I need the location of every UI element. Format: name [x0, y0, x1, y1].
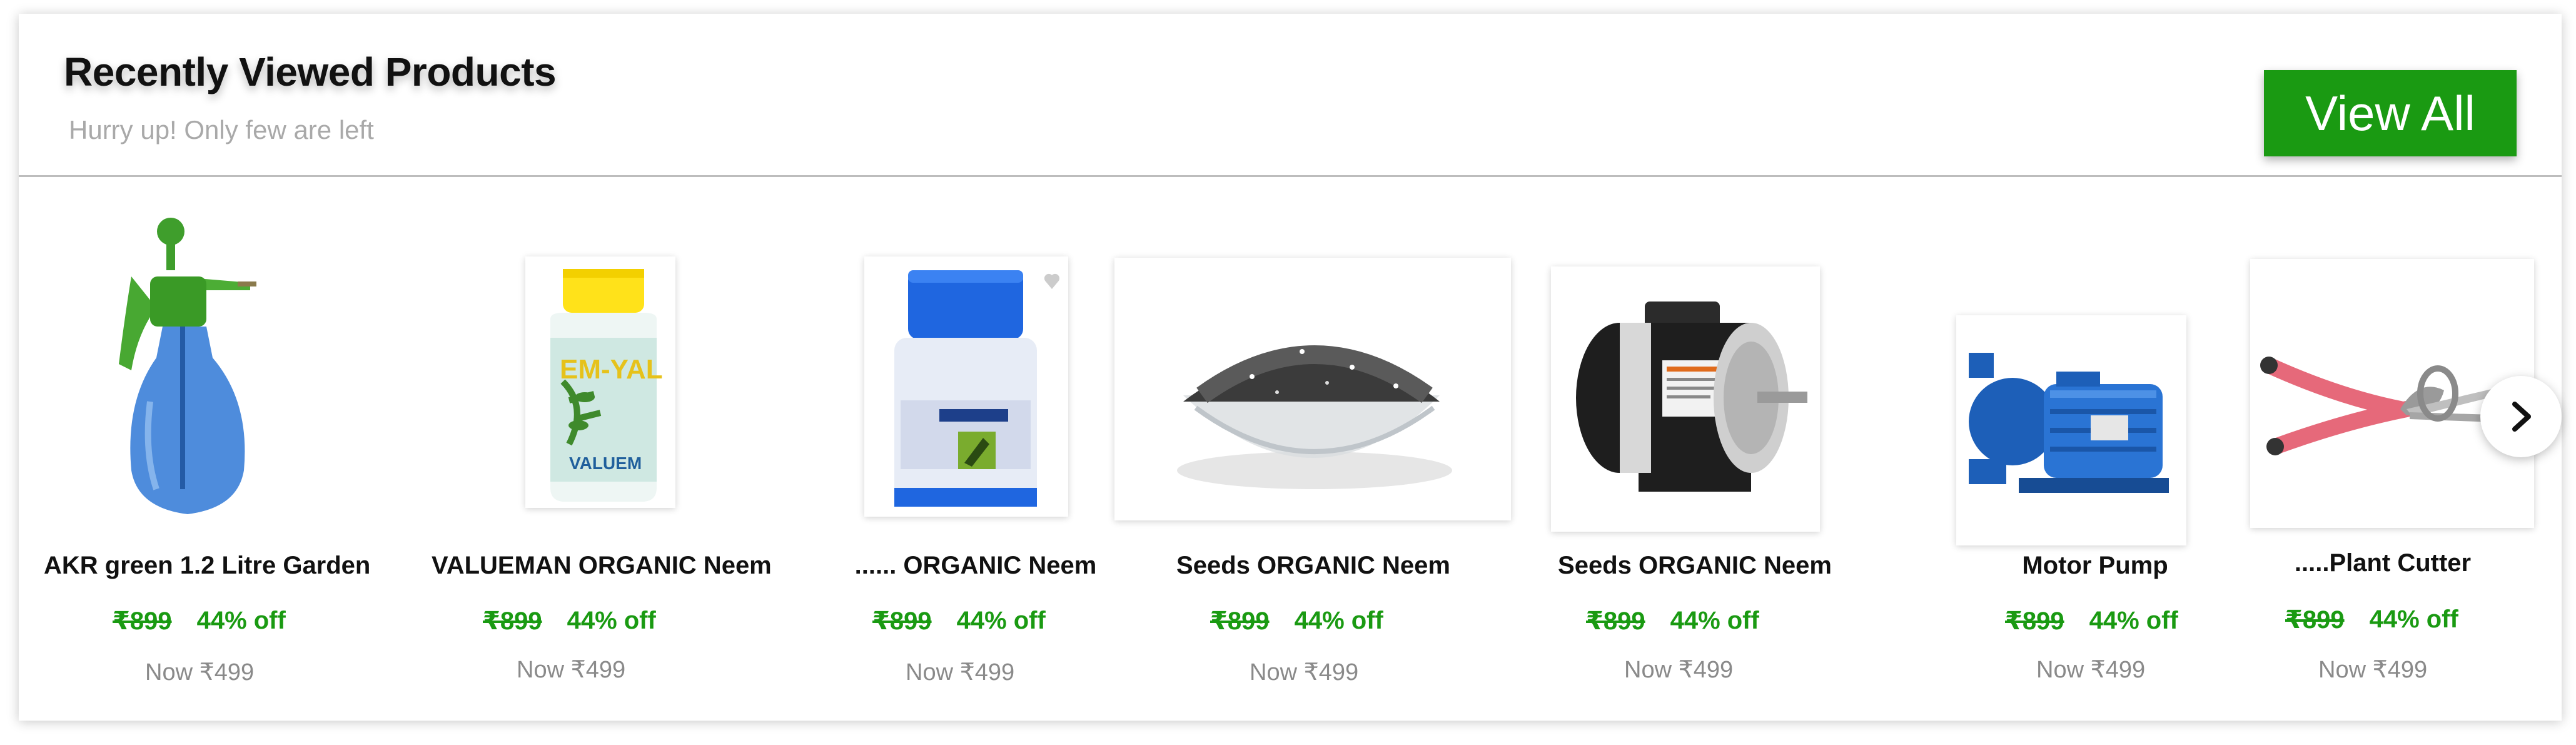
electric-motor-icon	[1551, 266, 1820, 532]
product-image-bottle[interactable]	[864, 256, 1068, 517]
product-image-seeds[interactable]	[1114, 258, 1511, 520]
view-all-button[interactable]: View All	[2264, 70, 2517, 156]
old-price: ₹899	[2285, 606, 2345, 634]
product-prices: ₹899 44% off	[872, 607, 1046, 636]
section-header: Recently Viewed Products Hurry up! Only …	[19, 14, 2562, 177]
product-name[interactable]: AKR green 1.2 Litre Garden	[44, 552, 370, 580]
discount-label: 44% off	[1294, 607, 1383, 634]
old-price: ₹899	[113, 607, 172, 635]
old-price: ₹899	[872, 607, 932, 635]
discount-label: 44% off	[1670, 607, 1759, 634]
discount-label: 44% off	[956, 607, 1046, 634]
now-price: Now ₹499	[2318, 657, 2428, 683]
product-prices: ₹899 44% off	[2005, 607, 2178, 636]
discount-label: 44% off	[567, 607, 656, 634]
product-card[interactable]: Motor Pump ₹899 44% off Now ₹499	[1920, 176, 2270, 714]
sprayer-bottle-icon	[119, 218, 256, 514]
discount-label: 44% off	[2369, 606, 2458, 633]
product-prices: ₹899 44% off	[113, 607, 286, 636]
product-image-sprayer[interactable]	[113, 214, 263, 527]
product-prices: ₹899 44% off	[483, 607, 656, 636]
svg-text:EM-YAL: EM-YAL	[560, 354, 663, 385]
old-price: ₹899	[1586, 607, 1645, 635]
product-prices: ₹899 44% off	[1586, 607, 1759, 636]
section-subtitle: Hurry up! Only few are left	[69, 115, 374, 144]
now-price: Now ₹499	[1624, 657, 1734, 683]
product-prices: ₹899 44% off	[2285, 606, 2458, 634]
old-price: ₹899	[2005, 607, 2064, 635]
old-price: ₹899	[483, 607, 542, 635]
seeds-bowl-icon	[1114, 258, 1511, 520]
now-price: Now ₹499	[906, 659, 1015, 686]
product-image-motor[interactable]	[1551, 266, 1820, 532]
recently-viewed-section: Recently Viewed Products Hurry up! Only …	[19, 14, 2562, 721]
carousel-next-button[interactable]	[2480, 376, 2562, 457]
water-pump-icon	[1956, 315, 2186, 545]
chevron-right-icon	[2512, 402, 2531, 432]
product-name[interactable]: Seeds ORGANIC Neem	[1520, 552, 1870, 580]
discount-label: 44% off	[196, 607, 286, 634]
product-card[interactable]: EM-YAL VALUEM VALUEMAN ORGANIC Neem ₹899…	[407, 176, 772, 714]
product-image-neem-oil[interactable]: EM-YAL VALUEM	[525, 256, 675, 508]
neem-oil-bottle-icon: EM-YAL VALUEM	[525, 256, 675, 508]
blue-cap-bottle-icon	[864, 256, 1068, 517]
product-card[interactable]: Seeds ORGANIC Neem ₹899 44% off Now ₹499	[1101, 176, 1513, 714]
discount-label: 44% off	[2089, 607, 2178, 634]
product-card[interactable]: ...... ORGANIC Neem ₹899 44% off Now ₹49…	[794, 176, 1132, 714]
now-price: Now ₹499	[145, 659, 255, 686]
product-name[interactable]: Seeds ORGANIC Neem	[1126, 552, 1501, 580]
old-price: ₹899	[1210, 607, 1270, 635]
product-name[interactable]: Motor Pump	[1920, 552, 2270, 580]
product-prices: ₹899 44% off	[1210, 607, 1383, 636]
now-price: Now ₹499	[2036, 657, 2146, 683]
now-price: Now ₹499	[517, 657, 626, 683]
product-image-pump[interactable]	[1956, 315, 2186, 545]
now-price: Now ₹499	[1250, 659, 1359, 686]
product-card[interactable]: Seeds ORGANIC Neem ₹899 44% off Now ₹499	[1520, 176, 1870, 714]
product-name[interactable]: ...... ORGANIC Neem	[838, 552, 1113, 580]
product-name[interactable]: VALUEMAN ORGANIC Neem	[432, 552, 772, 580]
product-card[interactable]: AKR green 1.2 Litre Garden ₹899 44% off …	[19, 176, 370, 714]
section-title: Recently Viewed Products	[64, 49, 557, 94]
svg-text:VALUEM: VALUEM	[569, 454, 642, 473]
product-name[interactable]: .....Plant Cutter	[2226, 549, 2539, 577]
